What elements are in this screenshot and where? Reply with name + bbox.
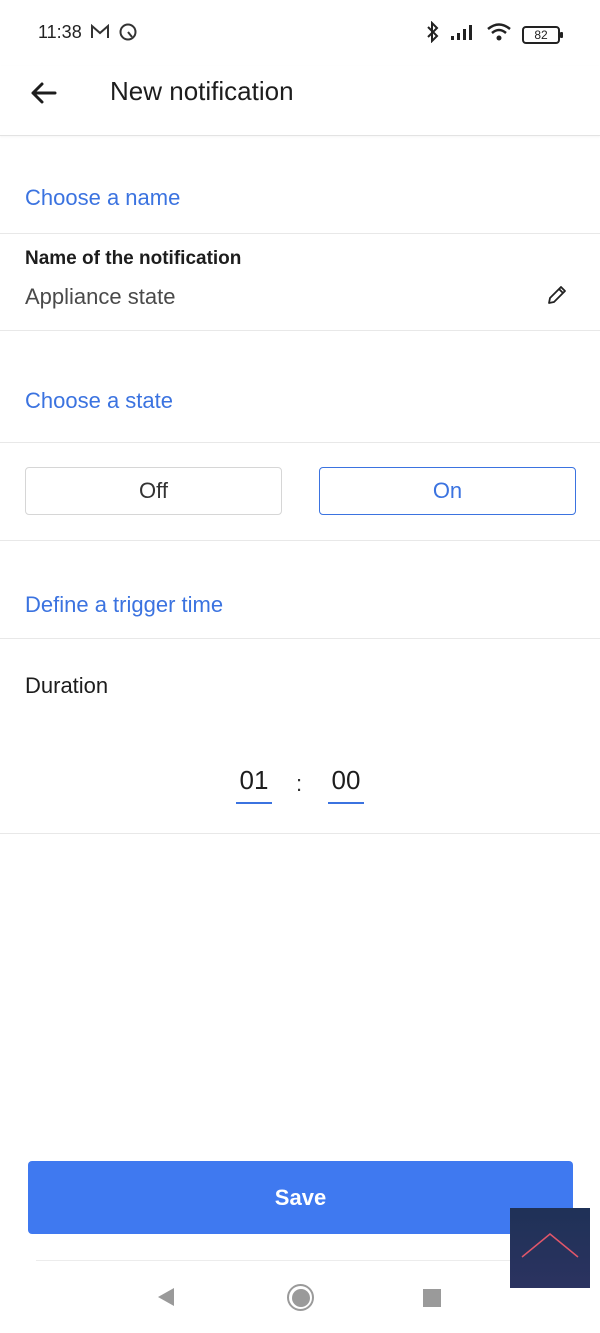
duration-label: Duration [25, 673, 109, 698]
section-header-state: Choose a state [0, 331, 600, 443]
section-title-trigger: Define a trigger time [25, 592, 224, 617]
sync-icon [118, 22, 138, 47]
signal-icon [450, 23, 476, 46]
chevron-up-icon [520, 1231, 580, 1266]
section-header-name: Choose a name [0, 137, 600, 234]
app-bar: New notification [0, 66, 600, 136]
name-field-label: Name of the notification [25, 248, 242, 269]
save-button[interactable]: Save [28, 1161, 573, 1234]
gmail-icon [90, 23, 110, 45]
back-button[interactable] [26, 78, 60, 112]
battery-level: 82 [534, 27, 548, 42]
arrow-left-icon [29, 81, 57, 110]
time-separator: : [296, 771, 303, 796]
status-time: 11:38 [38, 22, 82, 42]
nav-back-icon[interactable] [156, 1287, 176, 1312]
section-title-name: Choose a name [25, 185, 181, 210]
status-bar: 11:38 82 [0, 0, 600, 66]
hours-input[interactable]: 01 [236, 765, 272, 804]
state-toggle: Off On [0, 443, 600, 541]
nav-divider [36, 1260, 564, 1261]
state-on-button[interactable]: On [319, 467, 576, 515]
section-title-state: Choose a state [25, 388, 173, 413]
scroll-to-top-button[interactable] [510, 1208, 590, 1288]
battery-icon: 82 [522, 25, 563, 44]
section-header-trigger: Define a trigger time [0, 541, 600, 639]
minutes-input[interactable]: 00 [328, 765, 364, 804]
bluetooth-icon [426, 20, 440, 48]
nav-recents-icon[interactable] [423, 1289, 441, 1307]
pencil-icon[interactable] [546, 284, 568, 306]
duration-section: Duration 01 : 00 [0, 639, 600, 834]
wifi-icon [486, 22, 512, 47]
name-field-value[interactable]: Appliance state [25, 284, 175, 310]
nav-home-icon[interactable] [287, 1284, 314, 1311]
page-title: New notification [110, 76, 294, 106]
state-off-button[interactable]: Off [25, 467, 282, 515]
name-field[interactable]: Name of the notification Appliance state [0, 234, 600, 331]
